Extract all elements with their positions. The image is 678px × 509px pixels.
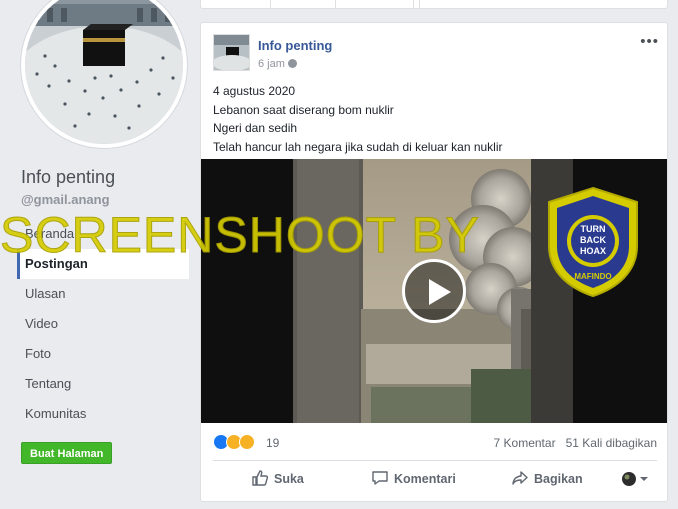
page-name[interactable]: Info penting — [21, 167, 115, 188]
post-body: 4 agustus 2020 Lebanon saat diserang bom… — [213, 82, 653, 156]
reaction-count[interactable]: 19 — [266, 436, 279, 450]
comment-count[interactable]: 7 Komentar — [494, 436, 556, 450]
sidebar-item-tentang[interactable]: Tentang — [17, 369, 189, 399]
post-timestamp[interactable]: 6 jam — [258, 58, 297, 70]
post-actions-bar: Suka Komentari Bagikan — [213, 460, 657, 498]
page-username: @gmail.anang — [21, 192, 110, 207]
badge-line: TURN — [581, 224, 606, 234]
post-line: Ngeri dan sedih — [213, 121, 298, 135]
previous-card-segment — [201, 0, 271, 8]
comment-label: Komentari — [394, 472, 456, 486]
like-button[interactable]: Suka — [251, 461, 304, 497]
mafindo-logo: TURN BACK HOAX MAFINDO — [545, 186, 641, 298]
badge-bottom-text: MAFINDO — [574, 272, 611, 281]
post-line: Lebanon saat diserang bom nuklir — [213, 102, 394, 117]
previous-card-segment — [271, 0, 336, 8]
sidebar-item-foto[interactable]: Foto — [17, 339, 189, 369]
more-options-icon[interactable]: ••• — [640, 33, 659, 50]
watermark-text: SCREENSHOOT BY — [0, 207, 480, 264]
share-label: Bagikan — [534, 472, 583, 486]
create-page-button[interactable]: Buat Halaman — [21, 442, 113, 464]
share-count[interactable]: 51 Kali dibagikan — [566, 436, 657, 450]
previous-card-segment — [414, 0, 420, 8]
post-line: 4 agustus 2020 — [213, 84, 296, 98]
viewer-profile-select[interactable] — [621, 471, 649, 492]
page-profile-picture[interactable] — [21, 0, 187, 148]
comment-icon — [372, 471, 388, 485]
chevron-down-icon — [622, 472, 648, 486]
play-icon[interactable] — [402, 259, 466, 323]
sidebar-item-komunitas[interactable]: Komunitas — [17, 399, 189, 429]
post-stats: 7 Komentar 51 Kali dibagikan — [494, 436, 657, 450]
previous-card-segment — [336, 0, 414, 8]
share-button[interactable]: Bagikan — [511, 461, 583, 497]
badge-line: BACK — [580, 235, 606, 245]
thumbs-up-icon — [252, 470, 269, 486]
care-reaction-icon[interactable] — [239, 434, 255, 450]
reactions-summary: 19 7 Komentar 51 Kali dibagikan — [213, 433, 657, 453]
post-time-text: 6 jam — [258, 58, 285, 70]
post-author-avatar[interactable] — [213, 34, 250, 71]
comment-button[interactable]: Komentari — [371, 461, 456, 497]
previous-card-edge — [200, 0, 668, 9]
sidebar-item-ulasan[interactable]: Ulasan — [17, 279, 189, 309]
like-label: Suka — [274, 472, 304, 486]
badge-line: HOAX — [580, 246, 606, 256]
post-author-name[interactable]: Info penting — [258, 38, 332, 53]
post-line: Telah hancur lah negara jika sudah di ke… — [213, 139, 503, 154]
sidebar-item-video[interactable]: Video — [17, 309, 189, 339]
globe-icon — [287, 59, 297, 68]
share-icon — [512, 471, 528, 485]
